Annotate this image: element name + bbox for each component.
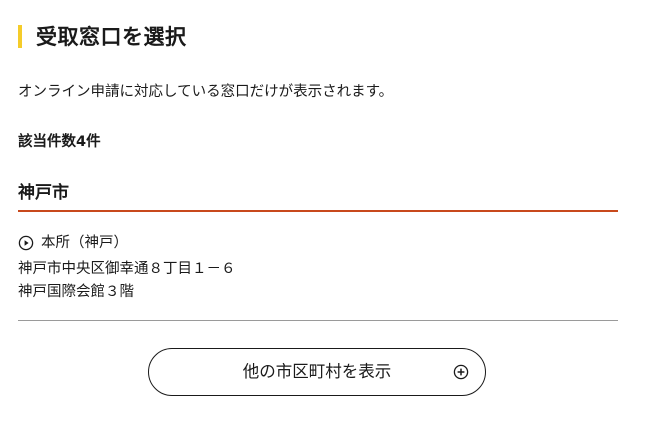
heading-accent-bar (18, 25, 22, 48)
office-selection-page: 受取窓口を選択 オンライン申請に対応している窓口だけが表示されます。 該当件数4… (0, 0, 647, 426)
office-building: 神戸国際会館３階 (18, 284, 134, 300)
show-other-municipalities-label: 他の市区町村を表示 (242, 363, 392, 381)
section-divider (18, 320, 618, 321)
office-name-row[interactable]: 本所（神戸） (18, 232, 618, 254)
city-heading-rule (18, 210, 618, 212)
play-circle-icon (18, 235, 34, 251)
description-text: オンライン申請に対応している窓口だけが表示されます。 (18, 84, 394, 100)
show-other-municipalities-button[interactable]: 他の市区町村を表示 (148, 348, 486, 396)
office-name[interactable]: 本所（神戸） (41, 232, 128, 254)
result-count: 該当件数4件 (18, 134, 101, 150)
office-address: 神戸市中央区御幸通８丁目１－６ (18, 261, 236, 277)
city-heading: 神戸市 (18, 183, 69, 203)
office-item[interactable]: 本所（神戸） 神戸市中央区御幸通８丁目１－６ 神戸国際会館３階 (18, 232, 618, 304)
page-title: 受取窓口を選択 (36, 25, 187, 49)
plus-circle-icon (453, 364, 469, 380)
